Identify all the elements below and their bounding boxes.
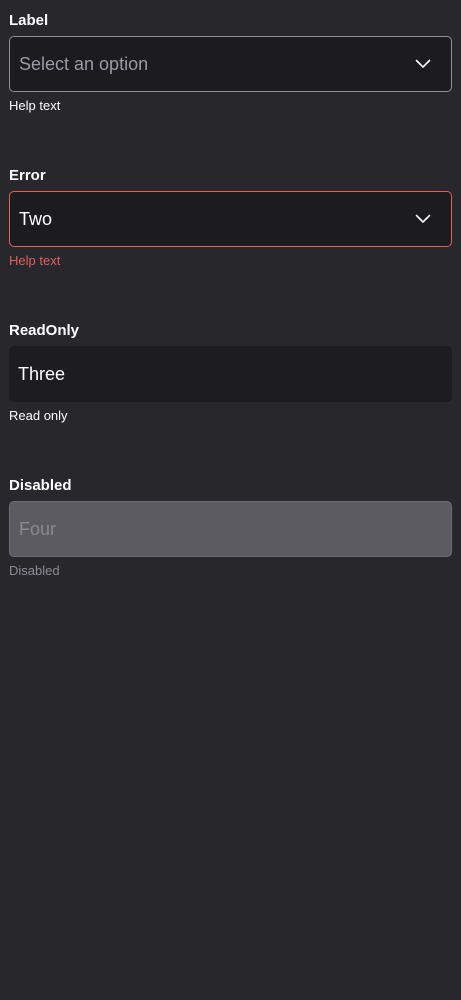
- select-input[interactable]: Select an option: [9, 36, 452, 92]
- select-field-default: Label Select an option Help text: [9, 12, 452, 122]
- readonly-input: Three: [9, 346, 452, 402]
- chevron-down-icon: [415, 214, 431, 223]
- readonly-value: Three: [18, 364, 66, 384]
- error-help-text: Help text: [9, 253, 61, 268]
- field-label: Label: [9, 12, 49, 29]
- field-label: Disabled: [9, 477, 72, 494]
- select-field-readonly: ReadOnly Three Read only: [9, 322, 452, 432]
- help-text: Read only: [9, 408, 68, 423]
- help-text: Help text: [9, 98, 61, 113]
- chevron-down-icon: [415, 59, 431, 68]
- select-value: Two: [19, 209, 53, 229]
- select-field-error: Error Two Help text: [9, 167, 452, 277]
- field-label: Error: [9, 167, 46, 184]
- help-text: Disabled: [9, 563, 60, 578]
- select-placeholder: Select an option: [19, 54, 149, 74]
- disabled-value: Four: [19, 519, 57, 539]
- select-input-error[interactable]: Two: [9, 191, 452, 247]
- select-field-disabled: Disabled Four Disabled: [9, 477, 452, 587]
- disabled-input: Four: [9, 501, 452, 557]
- field-label: ReadOnly: [9, 322, 80, 339]
